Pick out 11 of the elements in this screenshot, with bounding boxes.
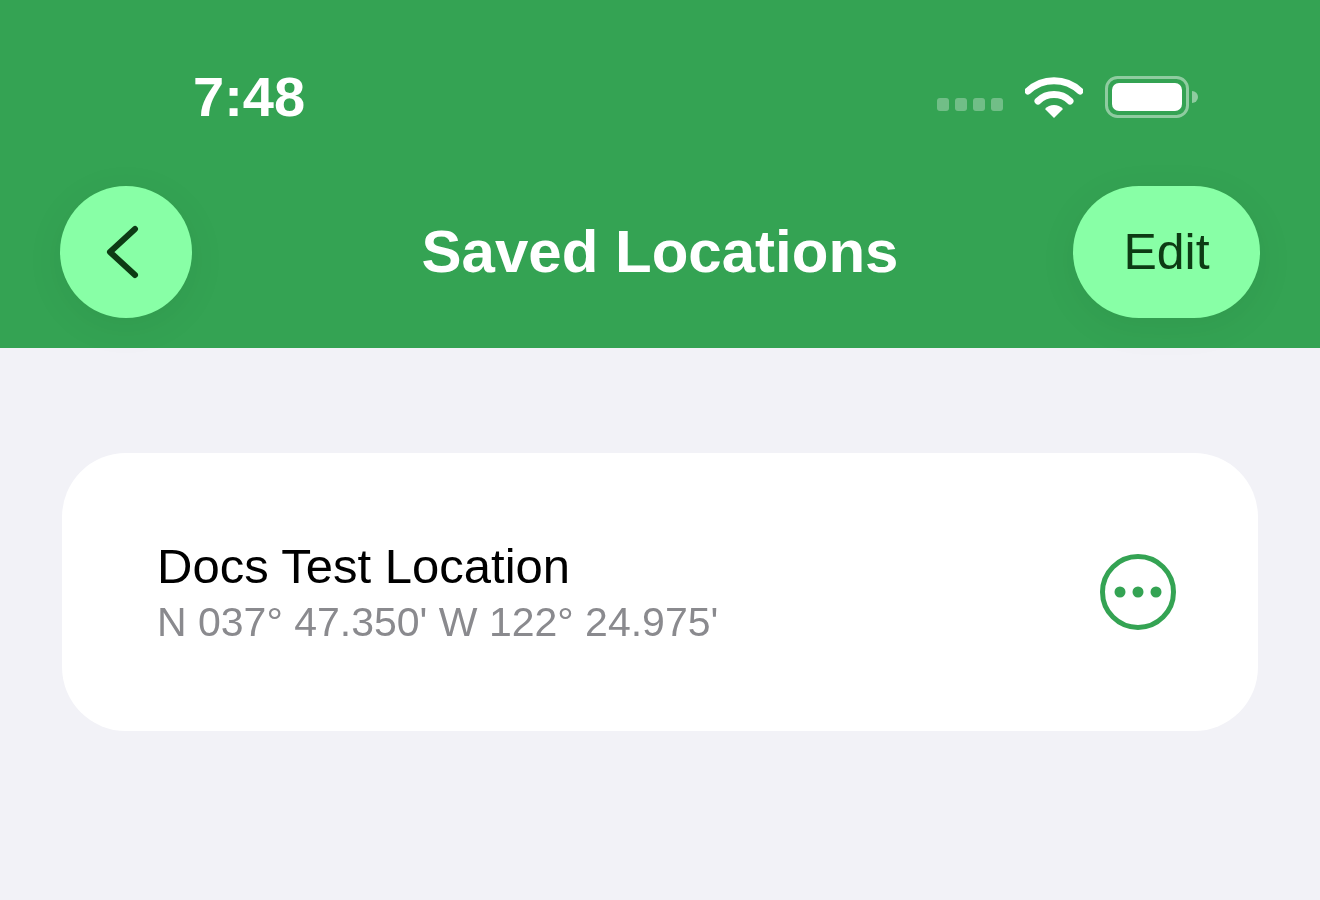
screen-title: Saved Locations [421,219,899,285]
location-coordinates: N 037° 47.350' W 122° 24.975' [157,598,719,646]
status-time: 7:48 [193,69,306,125]
wifi-icon [1025,76,1083,118]
more-options-icon[interactable] [1100,554,1176,630]
battery-icon [1105,76,1198,118]
edit-button[interactable]: Edit [1073,186,1260,318]
location-name: Docs Test Location [157,538,572,595]
chevron-left-icon [105,225,139,279]
signal-icon [937,97,1003,111]
location-card[interactable]: Docs Test Location N 037° 47.350' W 122° 24.975' [62,453,1258,731]
